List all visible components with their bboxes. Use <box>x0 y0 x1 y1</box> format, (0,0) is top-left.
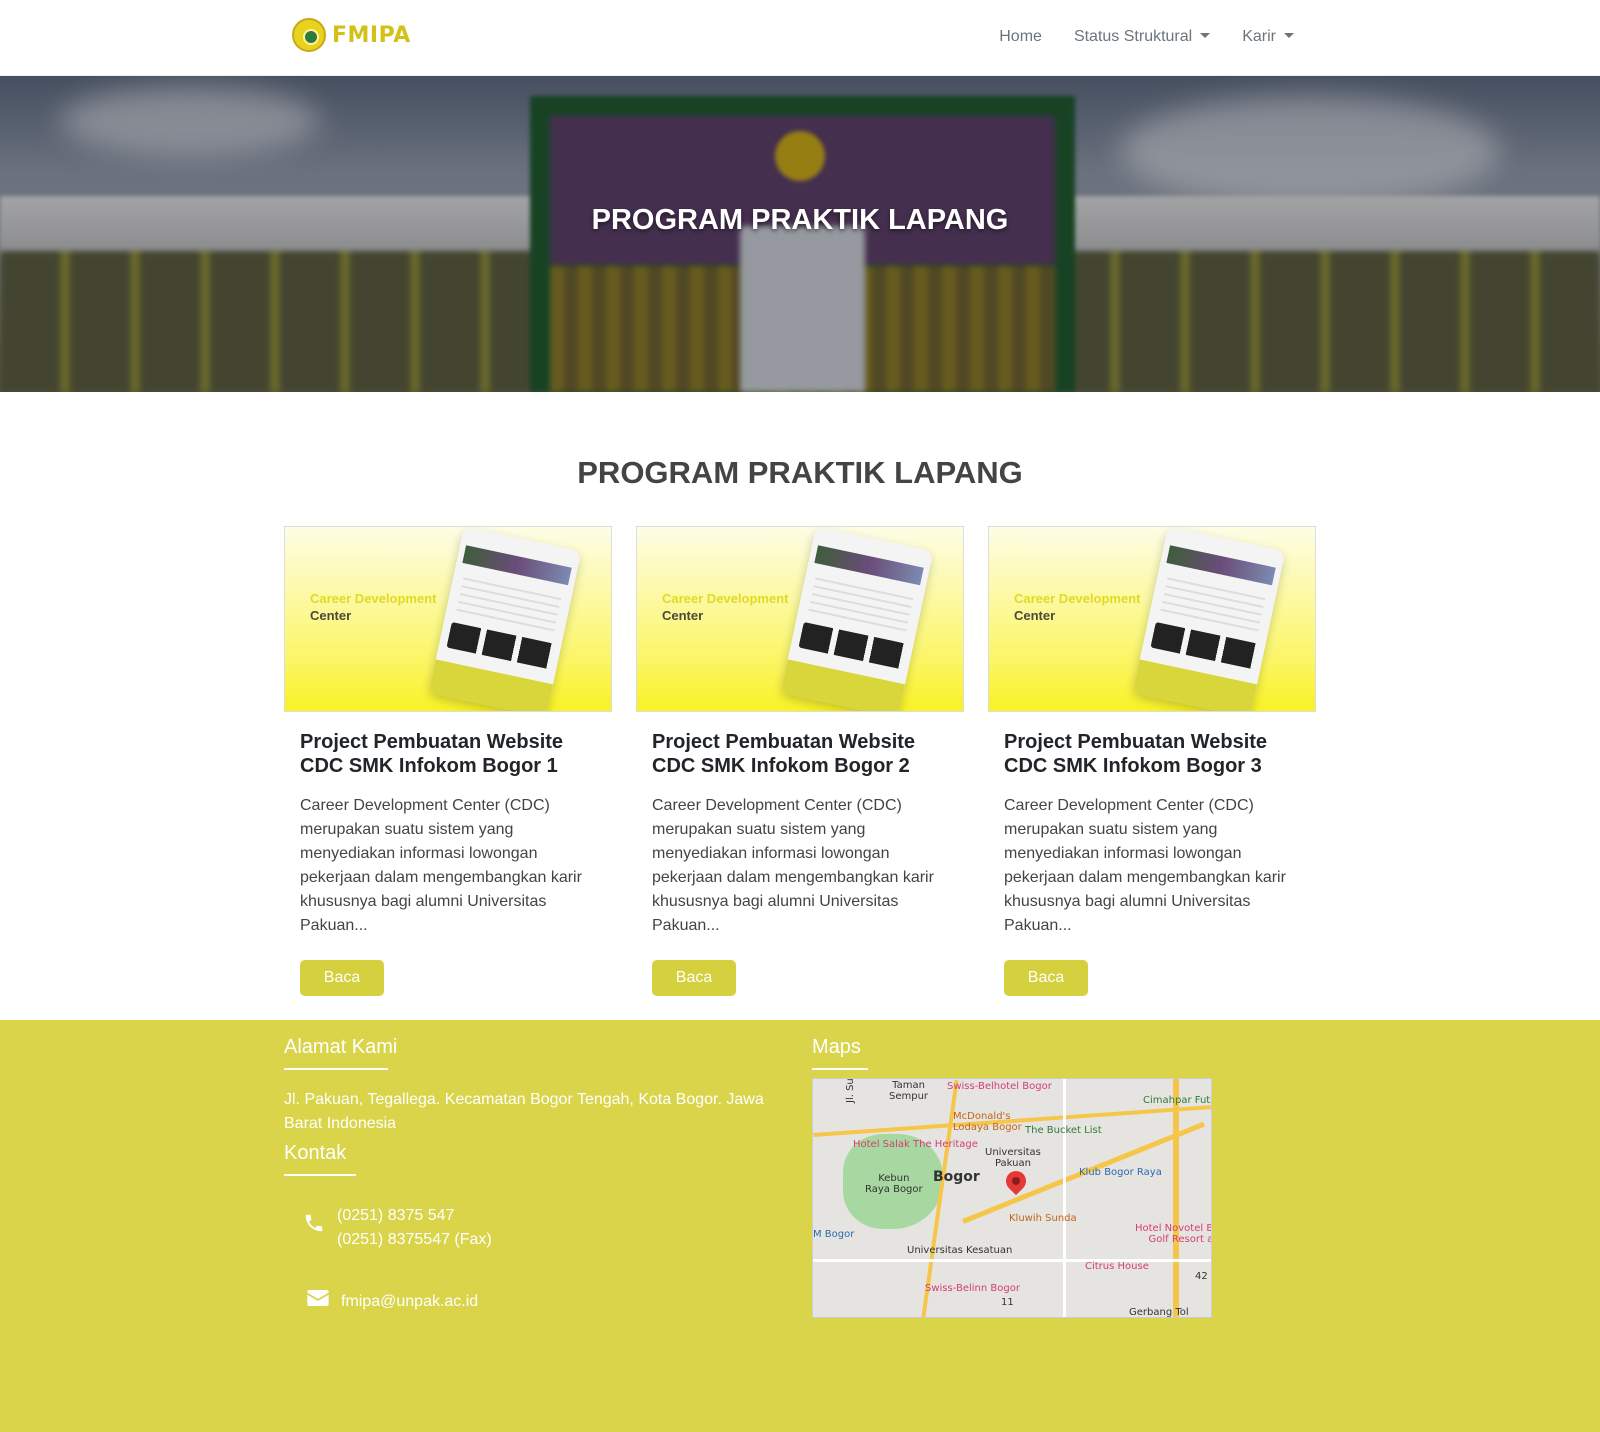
map-road <box>1063 1079 1066 1317</box>
card-body: Project Pembuatan Website CDC SMK Infoko… <box>988 712 1316 996</box>
card-image-caption: Career Development <box>310 591 437 606</box>
map-label: Hotel Novotel B Golf Resort a <box>1135 1223 1211 1245</box>
map-label: Cimahpar Futs <box>1143 1095 1212 1106</box>
map-label: Kebun Raya Bogor <box>865 1173 923 1195</box>
location-pin-icon <box>1001 1166 1031 1196</box>
card-image-caption: Center <box>1014 608 1056 623</box>
card-image-caption: Center <box>310 608 352 623</box>
map-label: 42 <box>1195 1271 1208 1282</box>
map-label: Gerbang Tol <box>1129 1307 1189 1318</box>
map-label: Swiss-Belinn Bogor <box>925 1283 1020 1294</box>
phone-icon <box>305 1214 323 1232</box>
website-mockup <box>428 527 582 711</box>
map-label: Bogor <box>933 1169 980 1185</box>
heading-underline <box>812 1068 868 1070</box>
map-label: Hotel Salak The Heritage <box>853 1139 978 1150</box>
nav-status-struktural-dropdown[interactable]: Status Struktural <box>1058 24 1226 50</box>
map-label: Universitas Kesatuan <box>907 1245 1013 1256</box>
website-mockup <box>780 527 934 711</box>
caret-down-icon <box>1200 33 1211 38</box>
contact-heading: Kontak <box>284 1142 347 1164</box>
card-text: Career Development Center (CDC) merupaka… <box>1004 797 1286 934</box>
map-label: McDonald's Lodaya Bogor <box>953 1111 1022 1133</box>
map-label: 11 <box>1001 1297 1014 1308</box>
nav-karir-dropdown[interactable]: Karir <box>1226 24 1310 50</box>
brand-name: FMIPA <box>332 22 411 48</box>
email-link[interactable]: fmipa@unpak.ac.id <box>341 1290 478 1314</box>
hero-title: PROGRAM PRAKTIK LAPANG <box>591 204 1009 236</box>
map-road <box>813 1259 1211 1262</box>
read-button[interactable]: Baca <box>652 960 736 996</box>
card-image: Career Development Center <box>284 526 612 712</box>
card-title: Project Pembuatan Website CDC SMK Infoko… <box>1004 731 1268 777</box>
navbar: FMIPA Home Status Struktural Karir <box>0 0 1600 76</box>
read-button[interactable]: Baca <box>1004 960 1088 996</box>
map-embed[interactable]: Taman Sempur Swiss-Belhotel Bogor McDona… <box>812 1078 1212 1318</box>
card-image: Career Development Center <box>636 526 964 712</box>
map-label: Jl. Sudirman <box>845 1079 856 1103</box>
map-road <box>1173 1079 1179 1317</box>
caret-down-icon <box>1284 33 1294 38</box>
map-label: Kluwih Sunda <box>1009 1213 1077 1224</box>
website-mockup <box>1132 527 1286 711</box>
card-title: Project Pembuatan Website CDC SMK Infoko… <box>652 731 916 777</box>
map-label: Klub Bogor Raya <box>1079 1167 1162 1178</box>
envelope-icon <box>307 1290 329 1306</box>
card-body: Project Pembuatan Website CDC SMK Infoko… <box>636 712 964 996</box>
map-label: Swiss-Belhotel Bogor <box>947 1081 1052 1092</box>
map-label: M Bogor <box>813 1229 855 1240</box>
map-label: Citrus House <box>1085 1261 1149 1272</box>
maps-heading: Maps <box>812 1036 861 1058</box>
card-body: Project Pembuatan Website CDC SMK Infoko… <box>284 712 612 996</box>
map-label: Taman Sempur <box>889 1080 929 1102</box>
nav-home[interactable]: Home <box>983 24 1058 50</box>
card-image-caption: Center <box>662 608 704 623</box>
card-text: Career Development Center (CDC) merupaka… <box>652 797 934 934</box>
main-nav: Home Status Struktural Karir <box>983 24 1310 50</box>
heading-underline <box>284 1174 356 1176</box>
card-image: Career Development Center <box>988 526 1316 712</box>
brand-link[interactable]: FMIPA <box>292 18 411 52</box>
card-image-caption: Career Development <box>662 591 789 606</box>
nav-status-struktural-label: Status Struktural <box>1073 28 1193 45</box>
program-card: Career Development Center Project Pembua… <box>988 526 1316 996</box>
program-card: Career Development Center Project Pembua… <box>284 526 612 996</box>
program-card: Career Development Center Project Pembua… <box>636 526 964 996</box>
address-heading: Alamat Kami <box>284 1036 398 1058</box>
card-image-caption: Career Development <box>1014 591 1141 606</box>
nav-karir-label: Karir <box>1242 28 1276 45</box>
hero-banner: PROGRAM PRAKTIK LAPANG <box>0 76 1600 392</box>
footer: Alamat Kami Jl. Pakuan, Tegallega. Kecam… <box>0 1020 1600 1432</box>
section-title: PROGRAM PRAKTIK LAPANG <box>577 455 1023 490</box>
card-text: Career Development Center (CDC) merupaka… <box>300 797 582 934</box>
map-label: The Bucket List <box>1025 1125 1102 1136</box>
university-logo-icon <box>292 18 326 52</box>
map-label: Universitas Pakuan <box>985 1147 1041 1169</box>
card-title: Project Pembuatan Website CDC SMK Infoko… <box>300 731 564 777</box>
fax-number: (0251) 8375547 (Fax) <box>337 1231 492 1248</box>
phone-number: (0251) 8375 547 <box>337 1207 455 1224</box>
read-button[interactable]: Baca <box>300 960 384 996</box>
heading-underline <box>284 1068 388 1070</box>
address-text: Jl. Pakuan, Tegallega. Kecamatan Bogor T… <box>284 1091 764 1132</box>
